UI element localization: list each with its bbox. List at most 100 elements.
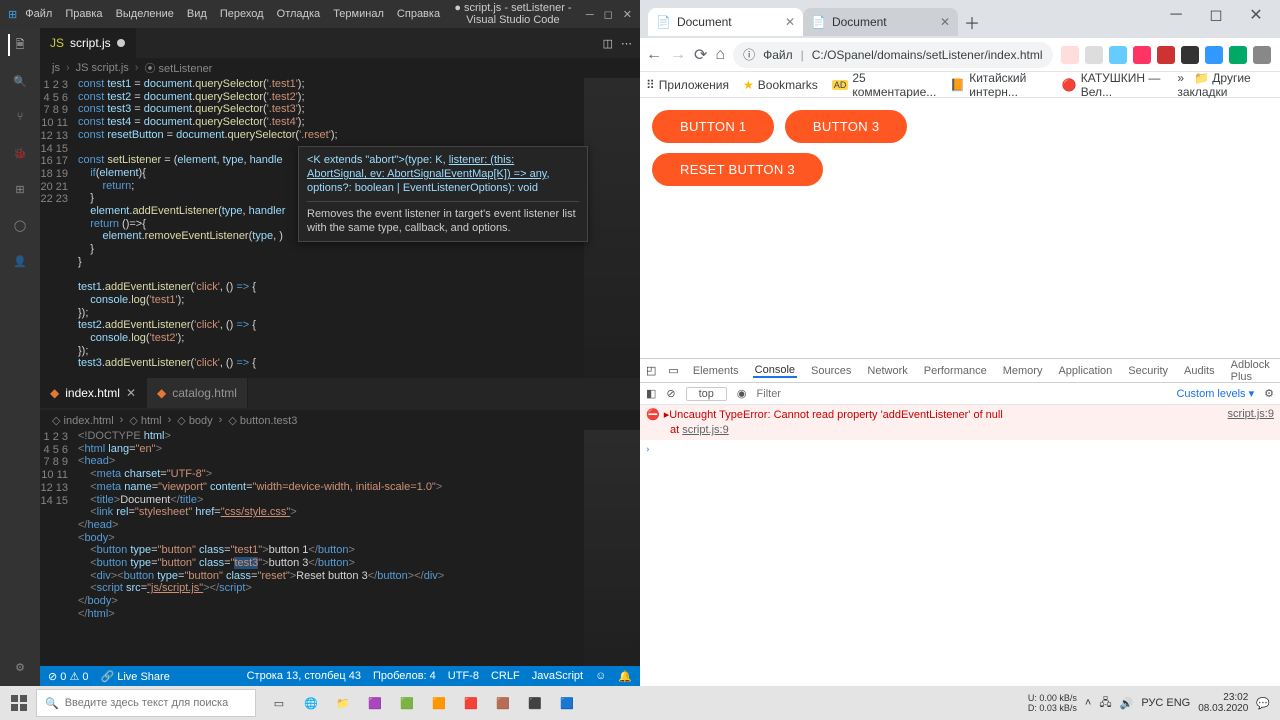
- status-encoding[interactable]: UTF-8: [448, 670, 479, 682]
- menu-view[interactable]: Вид: [187, 8, 207, 20]
- start-button[interactable]: [4, 688, 34, 718]
- maximize-icon[interactable]: ◻: [1198, 5, 1234, 25]
- more-icon[interactable]: ⋯: [621, 37, 632, 50]
- browser-tab[interactable]: 📄Document✕: [648, 8, 803, 36]
- ext-icon[interactable]: [1061, 46, 1079, 64]
- home-icon[interactable]: ⌂: [715, 46, 725, 64]
- breadcrumb-bottom[interactable]: ◇ index.html›◇ html›◇ body›◇ button.test…: [40, 410, 640, 430]
- breadcrumb-top[interactable]: js›JS script.js›⦿ setListener: [40, 58, 640, 78]
- bookmark-item[interactable]: AD25 комментарие...: [832, 71, 936, 99]
- eye-icon[interactable]: ◉: [737, 387, 747, 400]
- ext-icon[interactable]: [1109, 46, 1127, 64]
- clock[interactable]: 23:0208.03.2020: [1198, 692, 1248, 714]
- bookmark-item[interactable]: 🔴КАТУШКИН — Вел...: [1062, 71, 1163, 99]
- close-icon[interactable]: ✕: [623, 9, 632, 21]
- taskbar-search[interactable]: 🔍Введите здесь текст для поиска: [36, 689, 256, 717]
- dt-tab-memory[interactable]: Memory: [1001, 365, 1045, 377]
- menu-go[interactable]: Переход: [220, 8, 264, 20]
- vscode-menu[interactable]: Файл Правка Выделение Вид Переход Отладк…: [25, 8, 450, 20]
- app-icon[interactable]: ⬛: [520, 688, 550, 718]
- reset-button[interactable]: RESET BUTTON 3: [652, 153, 823, 186]
- dt-tab-performance[interactable]: Performance: [922, 365, 989, 377]
- account-icon[interactable]: 👤: [9, 250, 31, 272]
- log-level-selector[interactable]: Custom levels ▾: [1176, 387, 1254, 400]
- status-eol[interactable]: CRLF: [491, 670, 520, 682]
- maximize-icon[interactable]: ◻: [604, 9, 613, 21]
- site-info-icon[interactable]: ⓘ: [743, 46, 755, 63]
- dt-tab-sources[interactable]: Sources: [809, 365, 853, 377]
- tray-chevron-icon[interactable]: ˄: [1085, 697, 1091, 709]
- dt-tab-elements[interactable]: Elements: [691, 365, 741, 377]
- device-icon[interactable]: ▭: [668, 364, 678, 377]
- bookmark-item[interactable]: 📙Китайский интерн...: [950, 71, 1048, 99]
- console-filter-input[interactable]: [757, 388, 1167, 400]
- notifications-icon[interactable]: 💬: [1256, 697, 1270, 710]
- tab-catalog-html[interactable]: ◆catalog.html: [147, 378, 248, 408]
- inspect-icon[interactable]: ◰: [646, 364, 656, 377]
- volume-icon[interactable]: 🔊: [1120, 697, 1134, 710]
- ext-icon[interactable]: [1181, 46, 1199, 64]
- search-icon[interactable]: 🔍: [9, 70, 31, 92]
- ext-icon[interactable]: [1157, 46, 1175, 64]
- browser-tab[interactable]: 📄Document✕: [803, 8, 958, 36]
- reload-icon[interactable]: ⟳: [694, 46, 707, 64]
- ext-icon[interactable]: [1205, 46, 1223, 64]
- split-editor-icon[interactable]: ◫: [603, 37, 613, 50]
- apps-button[interactable]: ⠿Приложения: [646, 78, 729, 92]
- language-indicator[interactable]: РУС ENG: [1141, 697, 1190, 709]
- app-icon[interactable]: 🟥: [456, 688, 486, 718]
- tab-script-js[interactable]: JSscript.js: [40, 28, 136, 58]
- menu-file[interactable]: Файл: [25, 8, 52, 20]
- ext-icon[interactable]: [1085, 46, 1103, 64]
- minimize-icon[interactable]: ─: [586, 9, 594, 21]
- sidebar-toggle-icon[interactable]: ◧: [646, 387, 656, 400]
- explorer-icon[interactable]: 📁: [328, 688, 358, 718]
- task-view-icon[interactable]: ▭: [264, 688, 294, 718]
- status-liveshare[interactable]: 🔗 Live Share: [100, 670, 169, 683]
- app-icon[interactable]: 🟪: [360, 688, 390, 718]
- dt-tab-security[interactable]: Security: [1126, 365, 1170, 377]
- status-issues[interactable]: ⊘ 0 ⚠ 0: [48, 670, 88, 683]
- nav-back-icon[interactable]: ←: [646, 46, 662, 64]
- minimap[interactable]: [584, 78, 640, 378]
- minimize-icon[interactable]: ─: [1158, 6, 1194, 24]
- stack-link[interactable]: script.js:9: [682, 424, 728, 436]
- app-icon[interactable]: 🟩: [392, 688, 422, 718]
- dt-tab-audits[interactable]: Audits: [1182, 365, 1217, 377]
- clear-console-icon[interactable]: ⊘: [666, 387, 675, 400]
- ext-icon[interactable]: [1253, 46, 1271, 64]
- dt-tab-adblock[interactable]: Adblock Plus: [1229, 359, 1272, 383]
- debug-icon[interactable]: 🐞: [9, 142, 31, 164]
- dt-tab-network[interactable]: Network: [865, 365, 909, 377]
- extensions-icon[interactable]: ⊞: [9, 178, 31, 200]
- ext-icon[interactable]: [1133, 46, 1151, 64]
- chrome-icon[interactable]: 🌐: [296, 688, 326, 718]
- tab-close-icon[interactable]: ✕: [940, 15, 950, 29]
- liveshare-icon[interactable]: ◯: [9, 214, 31, 236]
- console-settings-icon[interactable]: ⚙: [1264, 387, 1274, 400]
- minimap[interactable]: [584, 430, 640, 666]
- new-tab-button[interactable]: ＋: [958, 8, 986, 36]
- gear-icon[interactable]: ⚙: [9, 656, 31, 678]
- error-source-link[interactable]: script.js:9: [1228, 408, 1274, 420]
- test1-button[interactable]: BUTTON 1: [652, 110, 774, 143]
- context-selector[interactable]: top: [686, 387, 727, 401]
- menu-terminal[interactable]: Терминал: [333, 8, 384, 20]
- app-icon[interactable]: 🟫: [488, 688, 518, 718]
- status-language[interactable]: JavaScript: [532, 670, 583, 682]
- bookmark-item[interactable]: ★Bookmarks: [743, 78, 818, 92]
- menu-selection[interactable]: Выделение: [116, 8, 174, 20]
- tab-index-html[interactable]: ◆index.html✕: [40, 378, 147, 408]
- menu-edit[interactable]: Правка: [65, 8, 102, 20]
- console-prompt[interactable]: ›: [640, 440, 1280, 458]
- explorer-icon[interactable]: 🗎: [8, 34, 30, 56]
- network-icon[interactable]: 🖧: [1099, 694, 1111, 713]
- console-error-row[interactable]: ⛔ ▸Uncaught TypeError: Cannot read prope…: [640, 405, 1280, 424]
- menu-debug[interactable]: Отладка: [277, 8, 320, 20]
- omnibox[interactable]: ⓘФайл|C:/OSpanel/domains/setListener/ind…: [733, 42, 1052, 68]
- code-area-bottom[interactable]: <!DOCTYPE html> <html lang="en"> <head> …: [78, 430, 640, 666]
- nav-forward-icon[interactable]: →: [670, 46, 686, 64]
- status-spaces[interactable]: Пробелов: 4: [373, 670, 436, 682]
- bookmarks-overflow[interactable]: » 📁 Другие закладки: [1177, 71, 1274, 99]
- tab-close-icon[interactable]: ✕: [785, 15, 795, 29]
